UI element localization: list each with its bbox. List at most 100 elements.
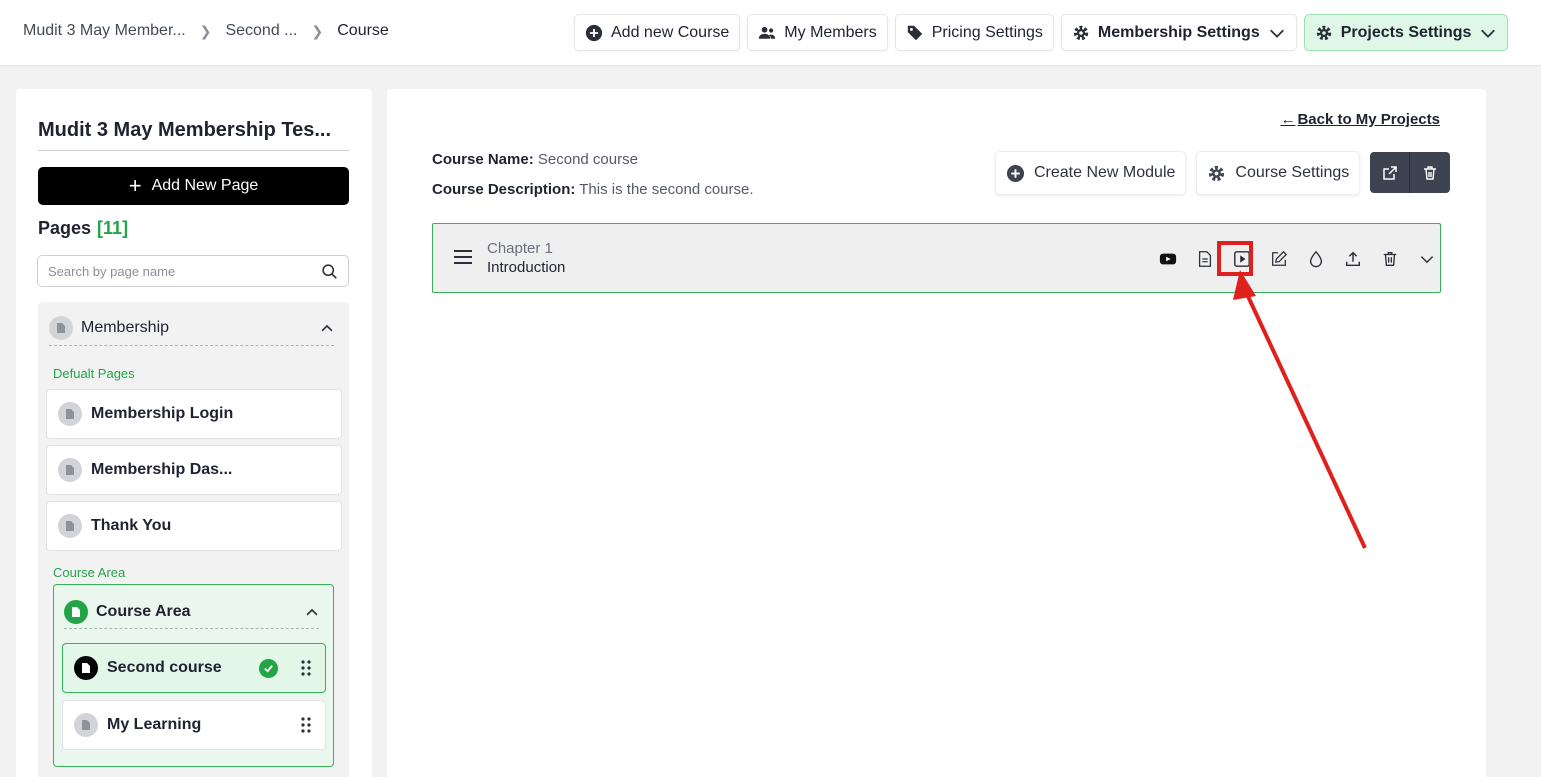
page-item-label: Second course [107, 659, 222, 676]
chevron-right-icon: ❯ [199, 22, 212, 39]
droplet-icon [1309, 250, 1322, 268]
chapter-actions [1149, 246, 1445, 272]
course-panel: ← Back to My Projects Course Name: Second… [387, 89, 1486, 777]
my-members-label: My Members [784, 23, 877, 41]
pages-heading: Pages [11] [38, 218, 128, 239]
expand-chapter-button[interactable] [1408, 246, 1445, 272]
course-description-label: Course Description: [432, 181, 576, 198]
drip-button[interactable] [1297, 246, 1334, 272]
my-members-button[interactable]: My Members [747, 14, 888, 51]
pricing-settings-label: Pricing Settings [931, 23, 1043, 41]
membership-settings-dropdown[interactable]: Membership Settings [1060, 14, 1297, 51]
chevron-down-icon [1420, 256, 1433, 264]
trash-icon [1383, 252, 1396, 266]
external-link-icon [1383, 165, 1397, 180]
pencil-square-icon [1271, 250, 1287, 266]
page-item-label: Membership Das... [91, 461, 233, 478]
project-title: Mudit 3 May Membership Tes... [38, 119, 349, 151]
page-item-label: My Learning [107, 716, 202, 733]
upload-icon [1345, 251, 1360, 267]
pages-count: [11] [97, 218, 129, 238]
chevron-right-icon: ❯ [311, 22, 324, 39]
file-icon [58, 514, 82, 538]
default-pages-label: Defualt Pages [53, 366, 135, 381]
chapter-title: Introduction [487, 259, 566, 276]
course-settings-label: Course Settings [1235, 164, 1350, 181]
course-area-header[interactable]: Course Area [64, 595, 319, 629]
add-new-page-button[interactable]: + Add New Page [38, 167, 349, 205]
open-external-button[interactable] [1370, 152, 1411, 193]
users-icon [759, 26, 776, 39]
course-name-row: Course Name: Second course [432, 151, 638, 168]
chevron-down-icon [1269, 29, 1284, 38]
check-circle-icon [259, 658, 278, 678]
delete-course-button[interactable] [1410, 152, 1451, 193]
top-bar: Mudit 3 May Member... ❯ Second ... ❯ Cou… [0, 0, 1541, 66]
projects-settings-label: Projects Settings [1340, 23, 1472, 41]
pricing-settings-button[interactable]: Pricing Settings [894, 14, 1054, 51]
drag-handle-icon[interactable] [299, 659, 313, 677]
page-item-thank-you[interactable]: Thank You [46, 501, 342, 551]
page-item-label: Thank You [91, 517, 172, 534]
file-icon [58, 458, 82, 482]
course-edit-delete-group [1370, 152, 1451, 193]
membership-group-label: Membership [81, 318, 170, 336]
create-new-module-button[interactable]: Create New Module [995, 151, 1187, 195]
file-icon [74, 656, 98, 680]
breadcrumb-item-current: Course [337, 22, 389, 39]
search-placeholder: Search by page name [48, 263, 176, 279]
page-item-second-course[interactable]: Second course [62, 643, 326, 693]
hamburger-menu-icon[interactable] [453, 249, 473, 265]
back-link-label: Back to My Projects [1297, 111, 1440, 128]
course-area-title: Course Area [96, 602, 191, 620]
breadcrumb: Mudit 3 May Member... ❯ Second ... ❯ Cou… [23, 22, 389, 40]
chapter-subtitle: Chapter 1 [487, 240, 553, 257]
chevron-up-icon[interactable] [305, 605, 319, 619]
plus-icon: + [128, 173, 142, 198]
add-new-course-button[interactable]: Add new Course [574, 14, 741, 51]
course-description-value: This is the second course. [579, 181, 754, 198]
trash-icon [1424, 165, 1437, 180]
gear-icon [1073, 25, 1089, 40]
course-settings-button[interactable]: Course Settings [1196, 151, 1361, 195]
plus-circle-icon [1006, 164, 1025, 182]
document-icon [1198, 251, 1211, 267]
delete-chapter-button[interactable] [1371, 246, 1408, 272]
search-icon[interactable] [321, 263, 338, 280]
file-icon [49, 315, 73, 340]
membership-group: Membership Defualt Pages Membership Logi… [38, 302, 349, 777]
course-name-value: Second course [537, 151, 638, 168]
file-icon [58, 402, 82, 426]
plus-circle-icon [585, 24, 603, 41]
file-icon [64, 599, 88, 624]
course-area-group: Course Area Second course My Learning [53, 584, 334, 767]
page-item-membership-dashboard[interactable]: Membership Das... [46, 445, 342, 495]
edit-chapter-button[interactable] [1260, 246, 1297, 272]
page-item-membership-login[interactable]: Membership Login [46, 389, 342, 439]
pages-label: Pages [38, 218, 92, 238]
back-to-projects-link[interactable]: ← Back to My Projects [1280, 111, 1440, 128]
page-item-my-learning[interactable]: My Learning [62, 700, 326, 750]
gear-icon [1316, 25, 1331, 40]
chevron-up-icon[interactable] [320, 321, 334, 335]
chapter-row[interactable]: Chapter 1 Introduction [432, 223, 1441, 293]
youtube-button[interactable] [1149, 246, 1186, 272]
membership-settings-label: Membership Settings [1097, 23, 1260, 41]
add-new-course-label: Add new Course [611, 23, 730, 41]
upload-button[interactable] [1334, 246, 1371, 272]
course-area-label: Course Area [53, 565, 126, 580]
arrow-left-icon: ← [1280, 111, 1296, 128]
breadcrumb-item-course[interactable]: Second ... [225, 22, 297, 40]
membership-group-header[interactable]: Membership [49, 314, 334, 346]
create-new-module-label: Create New Module [1034, 164, 1176, 181]
page-search-input[interactable]: Search by page name [37, 255, 349, 287]
tag-icon [907, 25, 922, 40]
chevron-down-icon [1481, 29, 1496, 38]
top-actions: Add new Course My Members Pricing Settin… [574, 14, 1509, 51]
breadcrumb-item-project[interactable]: Mudit 3 May Member... [23, 22, 186, 40]
page-item-label: Membership Login [91, 405, 234, 422]
drag-handle-icon[interactable] [299, 716, 313, 734]
youtube-icon [1159, 253, 1176, 265]
course-name-label: Course Name: [432, 151, 534, 168]
projects-settings-dropdown[interactable]: Projects Settings [1303, 14, 1509, 51]
